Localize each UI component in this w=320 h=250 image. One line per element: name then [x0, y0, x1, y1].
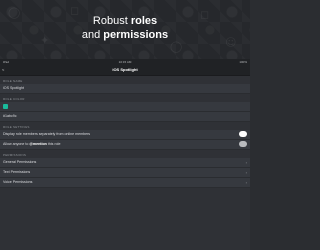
banner-headline-line1: Robust roles	[92, 15, 158, 27]
voice-permissions-label: Voice Permissions	[3, 180, 33, 184]
general-permissions-label: General Permissions	[3, 160, 37, 164]
role-color-header: Role Color	[3, 97, 25, 101]
promo-banner: ◯ ✦ ◻ ☺ ◯ ◻ Robust roles and permissions	[0, 0, 250, 59]
mention-toggle[interactable]	[239, 141, 247, 147]
chevron-right-icon: ›	[245, 160, 247, 165]
device-screen: iPad 10:15 AM 100% < iOS Spotlight Role …	[0, 59, 250, 250]
mention-setting-label: Allow anyone to @mention this role	[3, 142, 61, 146]
role-color-hex-row[interactable]: #1abc9c	[0, 112, 250, 122]
general-permissions-row[interactable]: General Permissions ›	[0, 158, 250, 168]
chevron-right-icon: ›	[245, 180, 247, 185]
mention-setting-row: Allow anyone to @mention this role	[0, 140, 250, 150]
voice-permissions-row[interactable]: Voice Permissions ›	[0, 178, 250, 188]
role-settings-header: Role Settings	[3, 125, 30, 129]
hoist-setting-row: Display role members separately from onl…	[0, 130, 250, 140]
text-permissions-row[interactable]: Text Permissions ›	[0, 168, 250, 178]
text-permissions-label: Text Permissions	[3, 170, 31, 174]
role-color-row[interactable]	[0, 102, 250, 112]
role-name-header: Role Name	[3, 79, 23, 83]
chevron-right-icon: ›	[245, 170, 247, 175]
color-swatch	[3, 104, 8, 109]
permissions-header: Permissions	[3, 153, 27, 157]
nav-bar: < iOS Spotlight	[0, 65, 250, 76]
role-name-value: iOS Spotlight	[3, 86, 24, 90]
page-title: iOS Spotlight	[112, 67, 138, 72]
hoist-setting-label: Display role members separately from onl…	[3, 132, 91, 136]
role-color-hex: #1abc9c	[3, 114, 17, 118]
hoist-toggle[interactable]	[239, 131, 247, 137]
banner-headline-line2: and permissions	[81, 29, 169, 41]
role-name-field[interactable]: iOS Spotlight	[0, 84, 250, 94]
